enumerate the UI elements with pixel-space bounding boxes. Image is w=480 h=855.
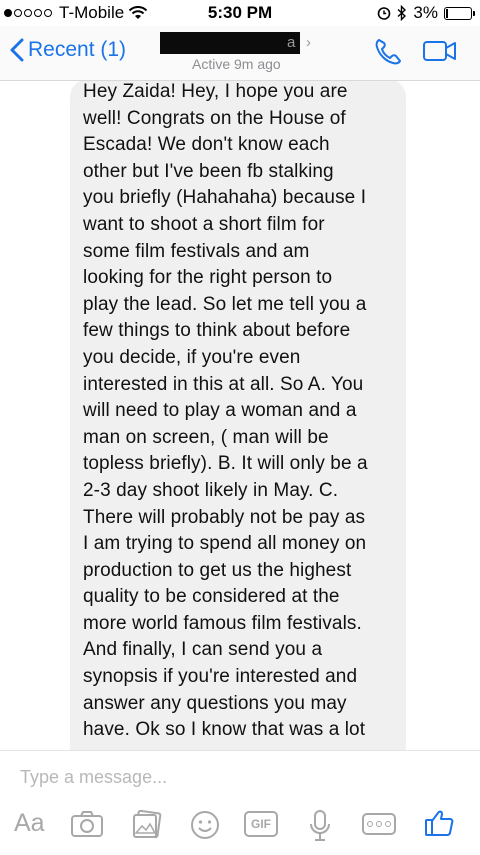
status-bar: T-Mobile 5:30 PM 3% <box>0 0 480 26</box>
more-icon <box>367 821 391 827</box>
text-format-button[interactable]: Aa <box>14 809 45 838</box>
camera-button[interactable] <box>70 809 104 844</box>
call-button[interactable] <box>372 36 404 73</box>
message-list[interactable]: Hey Zaida! Hey, I hope you are well! Con… <box>0 81 480 750</box>
chevron-right-icon: › <box>306 34 311 51</box>
video-camera-icon <box>423 41 456 61</box>
bluetooth-icon <box>397 5 407 21</box>
alarm-icon <box>378 7 391 20</box>
message-bubble[interactable]: Hey Zaida! Hey, I hope you are well! Con… <box>70 81 406 750</box>
video-call-button[interactable] <box>422 38 458 69</box>
photo-gallery-icon <box>133 809 162 839</box>
voice-button[interactable] <box>308 809 332 848</box>
back-label: Recent (1) <box>28 38 127 61</box>
message-input[interactable]: Type a message... <box>20 767 167 788</box>
more-button[interactable] <box>362 813 396 835</box>
emoji-icon <box>191 811 219 839</box>
thumbs-up-icon <box>425 810 454 836</box>
active-status: Active 9m ago <box>192 56 281 72</box>
battery-percent: 3% <box>413 3 438 22</box>
composer-toolbar: Aa GIF <box>0 803 480 849</box>
contact-title[interactable]: a › Active 9m ago <box>160 30 320 76</box>
conversation-header: Recent (1) a › Active 9m ago <box>0 26 480 81</box>
chevron-left-icon <box>10 38 24 62</box>
composer: Type a message... Aa GIF <box>0 750 480 855</box>
gif-button[interactable]: GIF <box>244 811 278 837</box>
phone-icon <box>375 39 401 65</box>
like-button[interactable] <box>424 807 456 844</box>
contact-name-fragment: a <box>287 34 296 51</box>
emoji-button[interactable] <box>189 809 221 846</box>
back-button[interactable]: Recent (1) <box>10 38 126 62</box>
microphone-icon <box>310 810 330 841</box>
gif-icon: GIF <box>251 817 271 831</box>
camera-icon <box>71 811 103 837</box>
battery-icon <box>444 6 475 20</box>
redacted-contact-name <box>160 32 300 54</box>
gallery-button[interactable] <box>131 809 163 846</box>
message-text: Hey Zaida! Hey, I hope you are well! Con… <box>83 81 368 741</box>
